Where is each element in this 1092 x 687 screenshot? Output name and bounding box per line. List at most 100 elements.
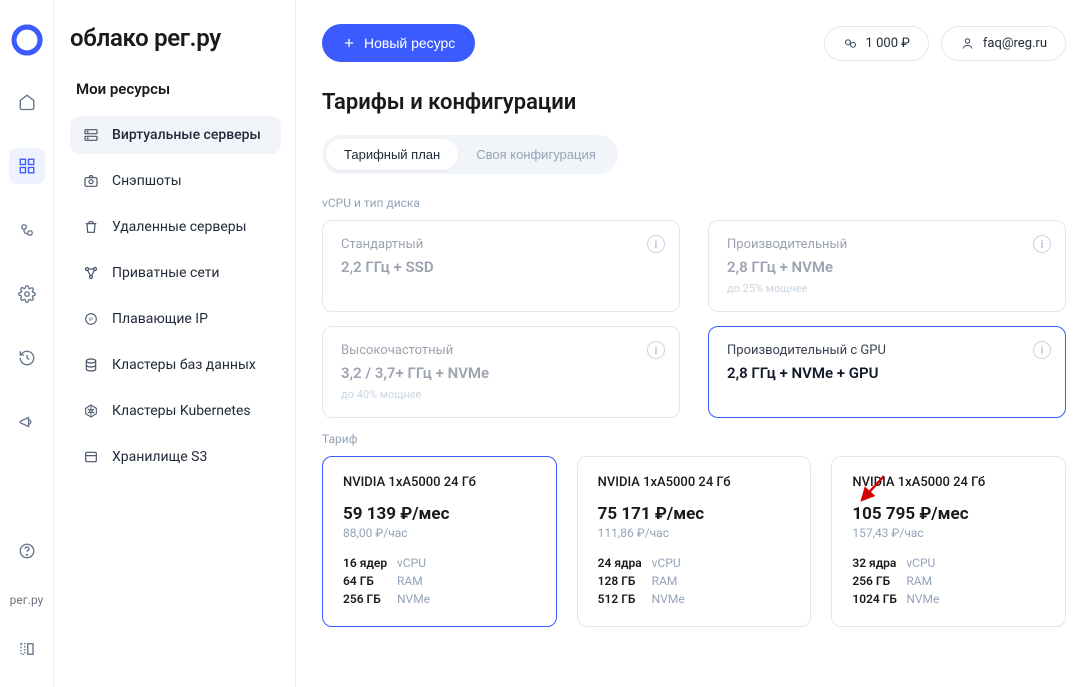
sidebar-item-label: Кластеры баз данных [112, 357, 256, 373]
tariff-hourly: 157,43 ₽/час [852, 526, 1045, 540]
tier-title: Производительный [727, 237, 1047, 252]
tariff-price: 105 795 ₽/мес [852, 504, 1045, 524]
new-resource-button[interactable]: Новый ресурс [322, 24, 475, 62]
info-icon[interactable]: i [647, 341, 665, 359]
tier-row-2: Высокочастотный 3,2 / 3,7+ ГГц + NVMe до… [322, 326, 1066, 418]
sidebar-item-label: Хранилище S3 [112, 449, 207, 465]
topbar: Новый ресурс 1 000 ₽ faq@reg.ru [322, 24, 1066, 62]
balance-pill[interactable]: 1 000 ₽ [824, 26, 929, 61]
tier-performance[interactable]: Производительный 2,8 ГГц + NVMe до 25% м… [708, 220, 1066, 312]
sidebar-item-db-clusters[interactable]: Кластеры баз данных [70, 346, 281, 384]
sidebar: облако рег.ру Мои ресурсы Виртуальные се… [54, 0, 296, 687]
trash-icon [82, 218, 100, 236]
sidebar-section-title: Мои ресурсы [70, 80, 281, 98]
sidebar-item-label: Приватные сети [112, 265, 220, 281]
tariff-cores: 24 ядра [598, 556, 652, 570]
user-icon [960, 36, 975, 51]
kubernetes-icon [82, 402, 100, 420]
sidebar-item-label: Виртуальные серверы [112, 127, 261, 143]
tariff-hourly: 88,00 ₽/час [343, 526, 536, 540]
page-title: Тарифы и конфигурации [322, 90, 1066, 115]
rail-home-icon[interactable] [9, 84, 45, 120]
tier-title: Производительный с GPU [727, 343, 1047, 358]
sidebar-item-virtual-servers[interactable]: Виртуальные серверы [70, 116, 281, 154]
sidebar-item-label: Плавающие IP [112, 311, 208, 327]
tier-gpu[interactable]: Производительный с GPU 2,8 ГГц + NVMe + … [708, 326, 1066, 418]
tariff-gpu: NVIDIA 1xA5000 24 Гб [598, 475, 791, 490]
sidebar-item-label: Кластеры Kubernetes [112, 403, 251, 419]
tier-title: Стандартный [341, 237, 661, 252]
tariff-disk: 512 ГБ [598, 592, 652, 606]
tier-spec: 2,2 ГГц + SSD [341, 258, 661, 276]
info-icon[interactable]: i [1033, 235, 1051, 253]
tier-title: Высокочастотный [341, 343, 661, 358]
sidebar-item-s3-storage[interactable]: Хранилище S3 [70, 438, 281, 476]
tariff-ram: 256 ГБ [852, 574, 906, 588]
rail-announce-icon[interactable] [9, 404, 45, 440]
info-icon[interactable]: i [1033, 341, 1051, 359]
svg-text:IP: IP [89, 317, 93, 323]
tier-spec: 2,8 ГГц + NVMe + GPU [727, 364, 1047, 382]
rail-collapse-icon[interactable] [9, 631, 45, 667]
brand-title: облако рег.ру [70, 24, 281, 52]
segment-plan-button[interactable]: Тарифный план [326, 139, 458, 170]
tier-spec: 2,8 ГГц + NVMe [727, 258, 1047, 276]
tariff-disk: 1024 ГБ [852, 592, 906, 606]
rail-history-icon[interactable] [9, 340, 45, 376]
tariff-price: 59 139 ₽/мес [343, 504, 536, 524]
sidebar-item-private-networks[interactable]: Приватные сети [70, 254, 281, 292]
tariff-row: NVIDIA 1xA5000 24 Гб 59 139 ₽/мес 88,00 … [322, 456, 1066, 627]
tariff-disk-label: NVMe [652, 592, 685, 606]
tariff-gpu: NVIDIA 1xA5000 24 Гб [852, 475, 1045, 490]
rail-help-icon[interactable] [9, 533, 45, 569]
tariff-gpu: NVIDIA 1xA5000 24 Гб [343, 475, 536, 490]
tariff-disk: 256 ГБ [343, 592, 397, 606]
account-email: faq@reg.ru [983, 36, 1047, 51]
sidebar-item-deleted-servers[interactable]: Удаленные серверы [70, 208, 281, 246]
rail-brand-text[interactable]: рег.ру [10, 593, 44, 607]
tariff-ram-label: RAM [906, 574, 932, 588]
sidebar-item-kubernetes[interactable]: Кластеры Kubernetes [70, 392, 281, 430]
tier-row-1: Стандартный 2,2 ГГц + SSD i Производител… [322, 220, 1066, 312]
account-pill[interactable]: faq@reg.ru [941, 26, 1066, 61]
tariff-card-2[interactable]: NVIDIA 1xA5000 24 Гб 75 171 ₽/мес 111,86… [577, 456, 812, 627]
rail-settings-icon[interactable] [9, 276, 45, 312]
tariff-ram: 64 ГБ [343, 574, 397, 588]
tier-sub: до 40% мощнее [341, 388, 661, 401]
tariff-card-1[interactable]: NVIDIA 1xA5000 24 Гб 59 139 ₽/мес 88,00 … [322, 456, 557, 627]
tariff-ram-label: RAM [652, 574, 678, 588]
tariff-ram-label: RAM [397, 574, 423, 588]
storage-icon [82, 448, 100, 466]
config-segment: Тарифный план Своя конфигурация [322, 135, 618, 174]
tariff-disk-label: NVMe [906, 592, 939, 606]
tariff-hourly: 111,86 ₽/час [598, 526, 791, 540]
sidebar-item-label: Удаленные серверы [112, 219, 247, 235]
camera-icon [82, 172, 100, 190]
sidebar-nav: Виртуальные серверы Снэпшоты Удаленные с… [70, 116, 281, 476]
icon-rail: рег.ру [0, 0, 54, 687]
rail-grid-icon[interactable] [9, 148, 45, 184]
tariff-card-3[interactable]: NVIDIA 1xA5000 24 Гб 105 795 ₽/мес 157,4… [831, 456, 1066, 627]
rail-balance-icon[interactable] [9, 212, 45, 248]
tier-highfreq[interactable]: Высокочастотный 3,2 / 3,7+ ГГц + NVMe до… [322, 326, 680, 418]
coins-icon [843, 36, 858, 51]
tariff-cores-label: vCPU [397, 556, 426, 570]
tier-sub: до 25% мощнее [727, 282, 1047, 295]
sidebar-item-snapshots[interactable]: Снэпшоты [70, 162, 281, 200]
sidebar-item-label: Снэпшоты [112, 173, 182, 189]
vcpu-section-label: vCPU и тип диска [322, 196, 1066, 210]
balance-value: 1 000 ₽ [866, 36, 910, 51]
tariff-cores-label: vCPU [652, 556, 681, 570]
tariff-disk-label: NVMe [397, 592, 430, 606]
server-icon [82, 126, 100, 144]
tariff-ram: 128 ГБ [598, 574, 652, 588]
network-icon [82, 264, 100, 282]
info-icon[interactable]: i [647, 235, 665, 253]
segment-custom-button[interactable]: Своя конфигурация [458, 139, 614, 170]
ip-icon: IP [82, 310, 100, 328]
tariff-price: 75 171 ₽/мес [598, 504, 791, 524]
tier-standard[interactable]: Стандартный 2,2 ГГц + SSD i [322, 220, 680, 312]
plus-icon [342, 36, 356, 50]
sidebar-item-floating-ip[interactable]: IP Плавающие IP [70, 300, 281, 338]
tariff-cores: 16 ядер [343, 556, 397, 570]
